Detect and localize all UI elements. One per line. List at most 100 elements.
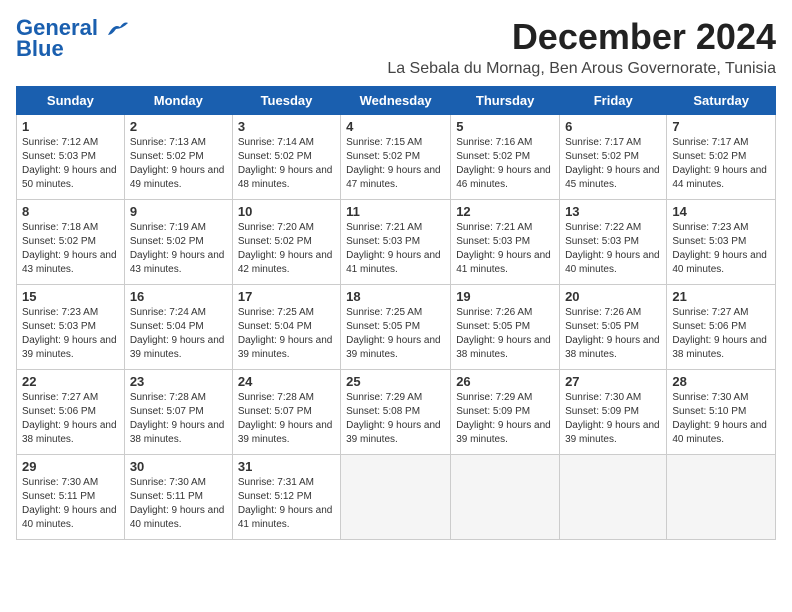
day-number: 10 (238, 204, 335, 219)
day-info: Sunrise: 7:29 AM Sunset: 5:09 PM Dayligh… (456, 392, 551, 445)
day-info: Sunrise: 7:28 AM Sunset: 5:07 PM Dayligh… (130, 392, 225, 445)
calendar-day-cell: 4 Sunrise: 7:15 AM Sunset: 5:02 PM Dayli… (341, 115, 451, 200)
logo: General Blue (16, 16, 128, 62)
header-sunday: Sunday (17, 87, 125, 115)
day-info: Sunrise: 7:27 AM Sunset: 5:06 PM Dayligh… (672, 307, 767, 360)
day-info: Sunrise: 7:23 AM Sunset: 5:03 PM Dayligh… (672, 222, 767, 275)
day-number: 28 (672, 374, 770, 389)
calendar-table: Sunday Monday Tuesday Wednesday Thursday… (16, 86, 776, 540)
day-number: 13 (565, 204, 661, 219)
day-number: 26 (456, 374, 554, 389)
day-number: 9 (130, 204, 227, 219)
day-info: Sunrise: 7:21 AM Sunset: 5:03 PM Dayligh… (346, 222, 441, 275)
day-number: 23 (130, 374, 227, 389)
day-number: 7 (672, 119, 770, 134)
calendar-day-cell: 5 Sunrise: 7:16 AM Sunset: 5:02 PM Dayli… (451, 115, 560, 200)
day-number: 17 (238, 289, 335, 304)
location-title: La Sebala du Mornag, Ben Arous Governora… (387, 60, 776, 78)
calendar-day-cell: 27 Sunrise: 7:30 AM Sunset: 5:09 PM Dayl… (560, 370, 667, 455)
day-number: 3 (238, 119, 335, 134)
day-info: Sunrise: 7:30 AM Sunset: 5:11 PM Dayligh… (22, 477, 117, 530)
logo-blue: Blue (16, 36, 128, 62)
day-info: Sunrise: 7:30 AM Sunset: 5:11 PM Dayligh… (130, 477, 225, 530)
calendar-day-cell: 3 Sunrise: 7:14 AM Sunset: 5:02 PM Dayli… (232, 115, 340, 200)
day-info: Sunrise: 7:20 AM Sunset: 5:02 PM Dayligh… (238, 222, 333, 275)
day-number: 22 (22, 374, 119, 389)
day-info: Sunrise: 7:27 AM Sunset: 5:06 PM Dayligh… (22, 392, 117, 445)
day-info: Sunrise: 7:25 AM Sunset: 5:04 PM Dayligh… (238, 307, 333, 360)
calendar-day-cell: 21 Sunrise: 7:27 AM Sunset: 5:06 PM Dayl… (667, 285, 776, 370)
day-info: Sunrise: 7:30 AM Sunset: 5:09 PM Dayligh… (565, 392, 660, 445)
day-number: 14 (672, 204, 770, 219)
calendar-day-cell: 10 Sunrise: 7:20 AM Sunset: 5:02 PM Dayl… (232, 200, 340, 285)
day-info: Sunrise: 7:19 AM Sunset: 5:02 PM Dayligh… (130, 222, 225, 275)
weekday-header-row: Sunday Monday Tuesday Wednesday Thursday… (17, 87, 776, 115)
calendar-day-cell: 15 Sunrise: 7:23 AM Sunset: 5:03 PM Dayl… (17, 285, 125, 370)
month-title: December 2024 (387, 16, 776, 58)
header-friday: Friday (560, 87, 667, 115)
calendar-day-cell (667, 455, 776, 540)
day-info: Sunrise: 7:29 AM Sunset: 5:08 PM Dayligh… (346, 392, 441, 445)
day-info: Sunrise: 7:30 AM Sunset: 5:10 PM Dayligh… (672, 392, 767, 445)
day-number: 15 (22, 289, 119, 304)
day-number: 8 (22, 204, 119, 219)
day-number: 31 (238, 459, 335, 474)
day-number: 24 (238, 374, 335, 389)
day-info: Sunrise: 7:24 AM Sunset: 5:04 PM Dayligh… (130, 307, 225, 360)
calendar-day-cell: 17 Sunrise: 7:25 AM Sunset: 5:04 PM Dayl… (232, 285, 340, 370)
day-info: Sunrise: 7:12 AM Sunset: 5:03 PM Dayligh… (22, 137, 117, 190)
calendar-day-cell: 7 Sunrise: 7:17 AM Sunset: 5:02 PM Dayli… (667, 115, 776, 200)
calendar-day-cell: 1 Sunrise: 7:12 AM Sunset: 5:03 PM Dayli… (17, 115, 125, 200)
day-number: 19 (456, 289, 554, 304)
calendar-week-row: 22 Sunrise: 7:27 AM Sunset: 5:06 PM Dayl… (17, 370, 776, 455)
day-number: 18 (346, 289, 445, 304)
calendar-day-cell: 24 Sunrise: 7:28 AM Sunset: 5:07 PM Dayl… (232, 370, 340, 455)
title-section: December 2024 La Sebala du Mornag, Ben A… (387, 16, 776, 78)
calendar-day-cell: 20 Sunrise: 7:26 AM Sunset: 5:05 PM Dayl… (560, 285, 667, 370)
day-number: 6 (565, 119, 661, 134)
calendar-day-cell: 8 Sunrise: 7:18 AM Sunset: 5:02 PM Dayli… (17, 200, 125, 285)
day-info: Sunrise: 7:17 AM Sunset: 5:02 PM Dayligh… (565, 137, 660, 190)
header-saturday: Saturday (667, 87, 776, 115)
calendar-day-cell: 14 Sunrise: 7:23 AM Sunset: 5:03 PM Dayl… (667, 200, 776, 285)
day-info: Sunrise: 7:25 AM Sunset: 5:05 PM Dayligh… (346, 307, 441, 360)
day-info: Sunrise: 7:28 AM Sunset: 5:07 PM Dayligh… (238, 392, 333, 445)
day-number: 12 (456, 204, 554, 219)
day-info: Sunrise: 7:17 AM Sunset: 5:02 PM Dayligh… (672, 137, 767, 190)
day-number: 20 (565, 289, 661, 304)
calendar-day-cell: 13 Sunrise: 7:22 AM Sunset: 5:03 PM Dayl… (560, 200, 667, 285)
logo-bird-icon (106, 21, 128, 37)
day-info: Sunrise: 7:18 AM Sunset: 5:02 PM Dayligh… (22, 222, 117, 275)
day-info: Sunrise: 7:26 AM Sunset: 5:05 PM Dayligh… (456, 307, 551, 360)
calendar-day-cell (341, 455, 451, 540)
calendar-day-cell: 28 Sunrise: 7:30 AM Sunset: 5:10 PM Dayl… (667, 370, 776, 455)
day-info: Sunrise: 7:31 AM Sunset: 5:12 PM Dayligh… (238, 477, 333, 530)
day-info: Sunrise: 7:14 AM Sunset: 5:02 PM Dayligh… (238, 137, 333, 190)
header-monday: Monday (124, 87, 232, 115)
calendar-day-cell: 30 Sunrise: 7:30 AM Sunset: 5:11 PM Dayl… (124, 455, 232, 540)
calendar-day-cell: 18 Sunrise: 7:25 AM Sunset: 5:05 PM Dayl… (341, 285, 451, 370)
day-number: 29 (22, 459, 119, 474)
day-number: 2 (130, 119, 227, 134)
calendar-day-cell: 19 Sunrise: 7:26 AM Sunset: 5:05 PM Dayl… (451, 285, 560, 370)
calendar-day-cell: 12 Sunrise: 7:21 AM Sunset: 5:03 PM Dayl… (451, 200, 560, 285)
calendar-week-row: 8 Sunrise: 7:18 AM Sunset: 5:02 PM Dayli… (17, 200, 776, 285)
header-thursday: Thursday (451, 87, 560, 115)
day-info: Sunrise: 7:23 AM Sunset: 5:03 PM Dayligh… (22, 307, 117, 360)
day-number: 4 (346, 119, 445, 134)
day-info: Sunrise: 7:16 AM Sunset: 5:02 PM Dayligh… (456, 137, 551, 190)
calendar-day-cell: 25 Sunrise: 7:29 AM Sunset: 5:08 PM Dayl… (341, 370, 451, 455)
day-info: Sunrise: 7:26 AM Sunset: 5:05 PM Dayligh… (565, 307, 660, 360)
day-info: Sunrise: 7:21 AM Sunset: 5:03 PM Dayligh… (456, 222, 551, 275)
day-number: 16 (130, 289, 227, 304)
header-wednesday: Wednesday (341, 87, 451, 115)
day-number: 21 (672, 289, 770, 304)
calendar-day-cell: 23 Sunrise: 7:28 AM Sunset: 5:07 PM Dayl… (124, 370, 232, 455)
day-number: 5 (456, 119, 554, 134)
calendar-day-cell: 29 Sunrise: 7:30 AM Sunset: 5:11 PM Dayl… (17, 455, 125, 540)
day-number: 27 (565, 374, 661, 389)
day-info: Sunrise: 7:13 AM Sunset: 5:02 PM Dayligh… (130, 137, 225, 190)
day-number: 11 (346, 204, 445, 219)
header-tuesday: Tuesday (232, 87, 340, 115)
calendar-week-row: 1 Sunrise: 7:12 AM Sunset: 5:03 PM Dayli… (17, 115, 776, 200)
